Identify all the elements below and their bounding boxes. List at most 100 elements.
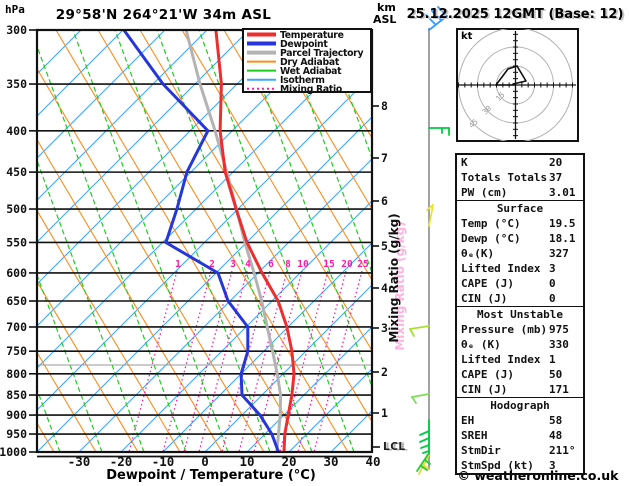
barb-low-cluster-stroke [419, 430, 430, 436]
pressure-label: 900 [6, 408, 27, 422]
temp-tick-label: -20 [110, 454, 133, 469]
mixing-ratio-value-label: 15 [323, 259, 335, 270]
panel-row: Totals Totals 37 [457, 170, 583, 185]
pressure-label: 700 [6, 320, 27, 334]
barb-1km [411, 393, 430, 404]
panel-row: θₑ (K) 330 [457, 337, 583, 352]
isotherm-line [37, 74, 372, 411]
panel-row-label: SREH [461, 429, 488, 442]
pressure-label: 400 [6, 124, 27, 138]
dry-adiabat-line [37, 209, 181, 452]
panel-row-label: StmSpd (kt) [461, 459, 534, 472]
panel-row: Dewp (°C) 18.1 [457, 231, 583, 246]
km-label: 1 [381, 406, 388, 420]
pressure-label: 350 [6, 77, 27, 91]
mixing-ratio-line [198, 270, 248, 452]
pressure-label: 650 [6, 294, 27, 308]
panel-row-label: EH [461, 414, 475, 427]
mixing-ratio-value-label: 10 [297, 259, 309, 270]
temp-tick-label: 30 [323, 454, 338, 469]
panel-row-label: StmDir [461, 444, 501, 457]
pressure-label: 450 [6, 165, 27, 179]
panel-row: CAPE (J) 0 [457, 276, 583, 291]
mixing-ratio-value-label: 1 [175, 259, 181, 270]
mixing-ratio-value-label: 2 [209, 259, 215, 270]
barb-3km [409, 325, 430, 337]
temp-tick-label: 10 [239, 454, 254, 469]
pressure-label: 300 [6, 23, 27, 37]
panel-row-value: 3.01 [549, 186, 576, 199]
panel-row: K 20 [457, 155, 583, 170]
wet-adiabat-line [72, 30, 229, 452]
panel-row-label: θₑ (K) [461, 338, 501, 351]
mixing-ratio-line [297, 270, 347, 452]
barb-1km-stroke [411, 393, 430, 398]
wet-adiabat-line [37, 44, 187, 452]
panel-section-surface: Surface Temp (°C) 19.5 Dewp (°C) 18.1 θₑ(K) 32… [457, 200, 583, 306]
panel-row-value: 18.1 [549, 232, 576, 245]
isotherm-line [37, 30, 208, 201]
barb-3km-stroke [409, 328, 415, 337]
pressure-label: 550 [6, 235, 27, 249]
panel-row-value: 211° [549, 444, 576, 457]
panel-section-title: Surface [496, 202, 544, 215]
mixing-ratio-value-label: 8 [285, 259, 291, 270]
mixing-ratio-value-label: 6 [268, 259, 274, 270]
skewt-sounding-screen: 300 350 400 450 500 550 600 650 700 750 800 850 900 9… [0, 0, 629, 486]
dry-adiabat-line [139, 30, 372, 423]
dry-adiabat-line [37, 138, 223, 452]
panel-row-value: 50 [549, 368, 563, 381]
panel-row-label: Dewp (°C) [461, 232, 521, 245]
barb-6km [426, 204, 434, 227]
panel-row: Pressure (mb) 975 [457, 322, 583, 337]
temp-tick-label: -30 [68, 454, 91, 469]
panel-row: PW (cm) 3.01 [457, 185, 583, 200]
panel-row-value: 1 [549, 353, 556, 366]
panel-row-label: Temp (°C) [461, 217, 521, 230]
pressure-label: 800 [6, 367, 27, 381]
temp-tick-label: 0 [201, 454, 209, 469]
mixing-ratio-value-label: 4 [245, 259, 251, 270]
panel-row: StmDir 211° [457, 443, 583, 458]
panel-row-label: CAPE (J) [461, 277, 514, 290]
panel-row: CIN (J) 0 [457, 291, 583, 306]
panel-row-value: 975 [549, 323, 569, 336]
panel-row: CAPE (J) 50 [457, 367, 583, 382]
km-label: 7 [381, 151, 388, 165]
pressure-label: 500 [6, 202, 27, 216]
dry-adiabat-line [223, 30, 372, 281]
pressure-unit-label: hPa [5, 3, 25, 16]
pressure-label: 750 [6, 344, 27, 358]
pressure-label: 950 [6, 427, 27, 441]
pressure-label: 850 [6, 388, 27, 402]
barb-3km-stroke [409, 325, 430, 330]
dry-adiabat-line [55, 30, 307, 452]
panel-row-value: 37 [549, 171, 563, 184]
panel-row-value: 0 [549, 277, 556, 290]
panel-row: EH 58 [457, 413, 583, 428]
pressure-label: 1000 [0, 445, 27, 459]
panel-row-value: 48 [549, 429, 563, 442]
panel-row-label: Pressure (mb) [461, 323, 548, 336]
panel-row-value: 327 [549, 247, 569, 260]
panel-row-value: 3 [549, 459, 556, 472]
temp-tick-label: 40 [365, 454, 380, 469]
lcl-marker-label: LCL [383, 441, 406, 453]
panel-row-value: 58 [549, 414, 563, 427]
panel-row-label: Lifted Index [461, 262, 541, 275]
panel-row-label: θₑ(K) [461, 247, 495, 260]
temp-tick-label: -10 [152, 454, 175, 469]
indices-panel: K 20 Totals Totals 37 PW (cm) 3.01 Surface Temp… [455, 153, 585, 475]
panel-row: Lifted Index 1 [457, 352, 583, 367]
panel-row: Lifted Index 3 [457, 261, 583, 276]
km-label: 2 [381, 365, 388, 379]
panel-row-label: K [461, 156, 468, 169]
panel-row-label: PW (cm) [461, 186, 508, 199]
panel-row: θₑ(K) 327 [457, 246, 583, 261]
panel-row: StmSpd (kt) 3 [457, 458, 583, 473]
pressure-label: 600 [6, 266, 27, 280]
panel-section-title: Hodograph [490, 399, 550, 412]
mixing-ratio-value-label: 25 [357, 259, 369, 270]
panel-row-label: CAPE (J) [461, 368, 514, 381]
mixing-ratio-value-label: 3 [230, 259, 236, 270]
